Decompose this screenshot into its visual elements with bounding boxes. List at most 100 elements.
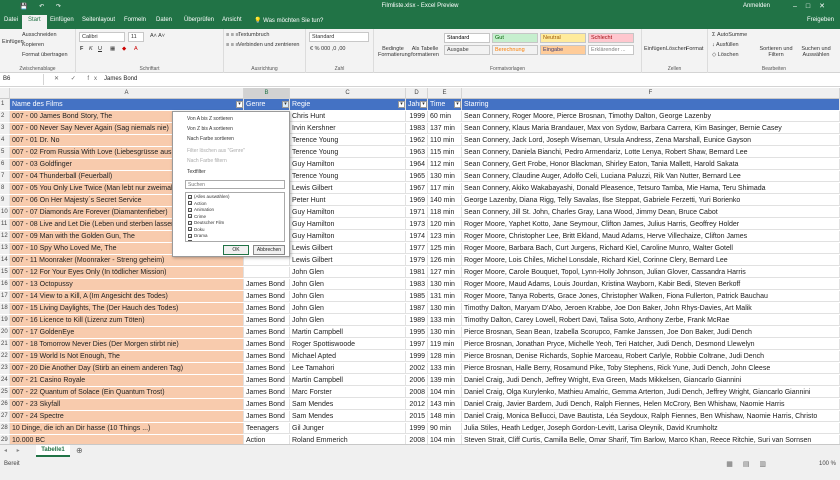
cell-regie[interactable]: Irvin Kershner	[290, 123, 406, 134]
cell-time[interactable]: 115 min	[428, 147, 462, 158]
header-cell-name[interactable]: Name des Films	[10, 99, 244, 110]
checkbox-checked-icon[interactable]: ✓	[188, 233, 192, 238]
share-button[interactable]: Freigeben	[807, 17, 834, 23]
cell-name[interactable]: 007 - 17 GoldenEye	[10, 327, 244, 338]
fill-color-icon[interactable]: ◆	[122, 46, 126, 52]
cell-regie[interactable]: Terence Young	[290, 171, 406, 182]
cell-jahr[interactable]: 1977	[406, 243, 428, 254]
filter-ok-button[interactable]: OK	[223, 245, 249, 255]
sort-filter-button[interactable]: Sortieren und Filtern	[758, 46, 794, 58]
cell-starring[interactable]: Roger Moore, Yaphet Kotto, Jane Seymour,…	[462, 219, 840, 230]
cell-regie[interactable]: Martin Campbell	[290, 375, 406, 386]
filter-dropdown-icon[interactable]: ▾	[454, 101, 461, 108]
cell-time[interactable]: 125 min	[428, 243, 462, 254]
column-header-c[interactable]: C	[290, 88, 406, 99]
align-top-icon[interactable]: ≡ ≡ ≡	[226, 32, 239, 38]
checkbox-checked-icon[interactable]: ✓	[188, 214, 192, 219]
row-number[interactable]: 11	[0, 219, 10, 230]
cell-regie[interactable]: Roger Spottiswoode	[290, 339, 406, 350]
underline-button[interactable]: U	[98, 46, 102, 52]
checkbox-checked-icon[interactable]: ✓	[188, 194, 192, 199]
clear-button[interactable]: ◇ Löschen	[712, 52, 739, 58]
cell-genre[interactable]: James Bond	[244, 375, 290, 386]
checkbox-checked-icon[interactable]: ✓	[188, 201, 192, 206]
checkbox-checked-icon[interactable]: ✓	[188, 220, 192, 225]
cell-genre[interactable]: Teenagers	[244, 423, 290, 434]
cell-jahr[interactable]: 1965	[406, 171, 428, 182]
cell-starring[interactable]: Roger Moore, Maud Adams, Louis Jourdan, …	[462, 279, 840, 290]
cell-genre[interactable]	[244, 267, 290, 278]
cell-jahr[interactable]: 1962	[406, 135, 428, 146]
cell-jahr[interactable]: 2008	[406, 387, 428, 398]
merge-center-button[interactable]: Verbinden und zentrieren	[238, 42, 299, 48]
cell-genre[interactable]: James Bond	[244, 387, 290, 398]
cell-jahr[interactable]: 1983	[406, 123, 428, 134]
row-number[interactable]: 19	[0, 315, 10, 326]
select-all-corner[interactable]	[0, 88, 10, 99]
cell-style-item[interactable]: Eingabe	[540, 45, 586, 55]
cell-starring[interactable]: Sean Connery, Daniela Bianchi, Pedro Arm…	[462, 147, 840, 158]
view-mode-icons[interactable]: ▦ ▤ ▥	[726, 460, 770, 468]
tab-einfuegen[interactable]: Einfügen	[50, 17, 74, 23]
cell-name[interactable]: 007 - 14 View to a Kill, A (Im Angesicht…	[10, 291, 244, 302]
signin-link[interactable]: Anmelden	[743, 3, 770, 9]
header-cell-regie[interactable]: Regie	[290, 99, 406, 110]
cell-jahr[interactable]: 1999	[406, 111, 428, 122]
cell-genre[interactable]: James Bond	[244, 363, 290, 374]
cell-genre[interactable]: James Bond	[244, 411, 290, 422]
cell-jahr[interactable]: 1995	[406, 327, 428, 338]
filter-dropdown-icon[interactable]: ▾	[420, 101, 427, 108]
row-number[interactable]: 25	[0, 387, 10, 398]
row-number[interactable]: 26	[0, 399, 10, 410]
cell-jahr[interactable]: 1987	[406, 303, 428, 314]
tab-ansicht[interactable]: Ansicht	[222, 17, 242, 23]
clear-filter-item[interactable]: Filter löschen aus "Genre"	[187, 148, 245, 154]
tab-datei[interactable]: Datei	[4, 17, 18, 23]
cell-time[interactable]: 123 min	[428, 231, 462, 242]
cell-regie[interactable]: Michael Apted	[290, 351, 406, 362]
cell-starring[interactable]: Daniel Craig, Olga Kurylenko, Mathieu Am…	[462, 387, 840, 398]
cell-name[interactable]: 007 - 20 Die Another Day (Stirb an einem…	[10, 363, 244, 374]
row-number[interactable]: 9	[0, 195, 10, 206]
paste-button[interactable]: Einfügen	[2, 39, 24, 45]
border-icon[interactable]: ▦	[110, 46, 115, 52]
fx-icon[interactable]: ✕ ✓ fx	[54, 75, 102, 82]
cell-regie[interactable]: Martin Campbell	[290, 327, 406, 338]
filter-dropdown-icon[interactable]: ▾	[236, 101, 243, 108]
sheet-tab-tabelle1[interactable]: Tabelle1	[36, 445, 70, 457]
cell-regie[interactable]: Gil Junger	[290, 423, 406, 434]
cell-time[interactable]: 127 min	[428, 267, 462, 278]
cell-starring[interactable]: Pierce Brosnan, Halle Berry, Rosamund Pi…	[462, 363, 840, 374]
row-number[interactable]: 28	[0, 423, 10, 434]
cell-jahr[interactable]: 2015	[406, 411, 428, 422]
cell-time[interactable]: 130 min	[428, 279, 462, 290]
cell-starring[interactable]: Pierce Brosnan, Jonathan Pryce, Michelle…	[462, 339, 840, 350]
cell-regie[interactable]: Sam Mendes	[290, 399, 406, 410]
delete-cells-button[interactable]: Löschen	[666, 46, 687, 52]
row-number[interactable]: 4	[0, 135, 10, 146]
font-color-icon[interactable]: A	[134, 46, 138, 52]
sort-za-item[interactable]: Von Z bis A sortieren	[187, 126, 233, 132]
cell-starring[interactable]: Sean Connery, Claudine Auger, Adolfo Cel…	[462, 171, 840, 182]
filter-value-item[interactable]: ✓ Drama	[188, 233, 208, 238]
cell-name[interactable]: 007 - 21 Casino Royale	[10, 375, 244, 386]
cell-time[interactable]: 139 min	[428, 375, 462, 386]
bold-button[interactable]: F	[80, 46, 83, 52]
cell-time[interactable]: 128 min	[428, 351, 462, 362]
cell-style-item[interactable]: Neutral	[540, 33, 586, 43]
cell-name[interactable]: 007 - 24 Spectre	[10, 411, 244, 422]
cell-time[interactable]: 130 min	[428, 327, 462, 338]
font-size-buttons[interactable]: A˄ A˅	[150, 33, 165, 39]
cell-starring[interactable]: Pierce Brosnan, Sean Bean, Izabella Scor…	[462, 327, 840, 338]
cell-regie[interactable]: Terence Young	[290, 135, 406, 146]
cell-starring[interactable]: Daniel Craig, Javier Bardem, Judi Dench,…	[462, 399, 840, 410]
cell-starring[interactable]: Daniel Craig, Judi Dench, Jeffrey Wright…	[462, 375, 840, 386]
row-number[interactable]: 5	[0, 147, 10, 158]
cell-regie[interactable]: John Glen	[290, 315, 406, 326]
cell-jahr[interactable]: 1983	[406, 279, 428, 290]
add-sheet-icon[interactable]: ⊕	[76, 446, 83, 455]
cell-time[interactable]: 117 min	[428, 183, 462, 194]
row-number[interactable]: 27	[0, 411, 10, 422]
filter-value-item[interactable]: ✓ Doku	[188, 227, 205, 232]
cell-starring[interactable]: Sean Connery, Akiko Wakabayashi, Donald …	[462, 183, 840, 194]
